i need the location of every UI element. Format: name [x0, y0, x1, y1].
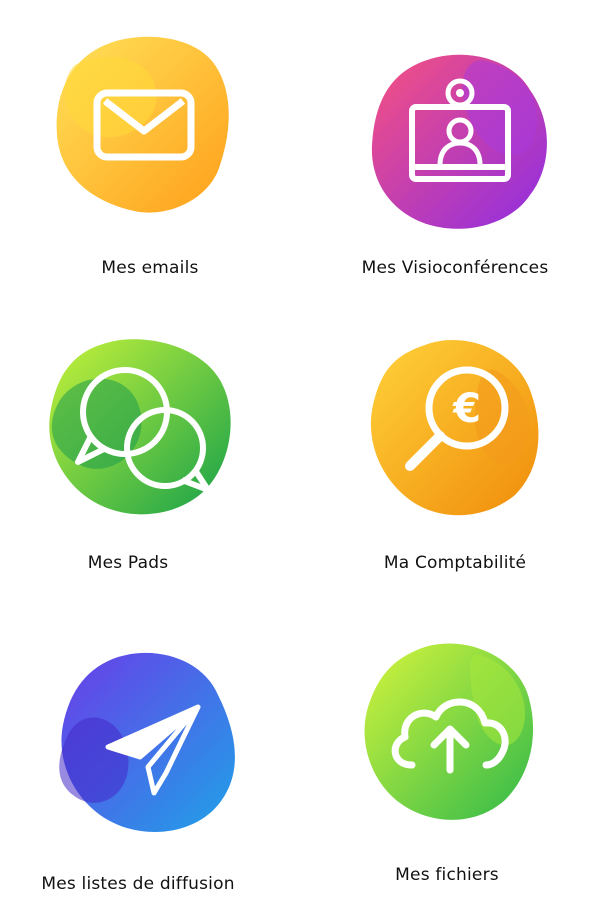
app-label-pads: Mes Pads	[87, 553, 169, 573]
app-tile-pads[interactable]: Mes Pads	[0, 300, 300, 590]
app-tile-videoconference[interactable]: Mes Visioconférences	[305, 0, 605, 290]
app-tile-accounting[interactable]: € Ma Comptabilité	[305, 300, 605, 590]
cloud-upload-icon[interactable]	[350, 635, 550, 835]
app-label-accounting: Ma Comptabilité	[383, 553, 527, 573]
app-tile-files[interactable]: Mes fichiers	[305, 600, 605, 890]
app-tile-mailing-lists[interactable]: Mes listes de diffusion	[0, 600, 300, 894]
video-conference-icon[interactable]	[360, 45, 560, 245]
app-label-emails: Mes emails	[101, 258, 199, 278]
chat-bubbles-icon[interactable]	[40, 330, 240, 530]
envelope-icon[interactable]	[45, 25, 245, 225]
app-label-files: Mes fichiers	[395, 865, 499, 885]
app-label-mailing-lists: Mes listes de diffusion	[41, 874, 235, 894]
app-tile-emails[interactable]: Mes emails	[0, 0, 300, 290]
app-launcher-grid: Mes emails Mes Visioconférences Mes Pads…	[0, 0, 605, 899]
paper-plane-icon[interactable]	[48, 645, 248, 845]
app-label-videoconference: Mes Visioconférences	[361, 258, 549, 278]
svg-text:€: €	[452, 386, 481, 432]
euro-magnifier-icon[interactable]: €	[355, 330, 555, 530]
